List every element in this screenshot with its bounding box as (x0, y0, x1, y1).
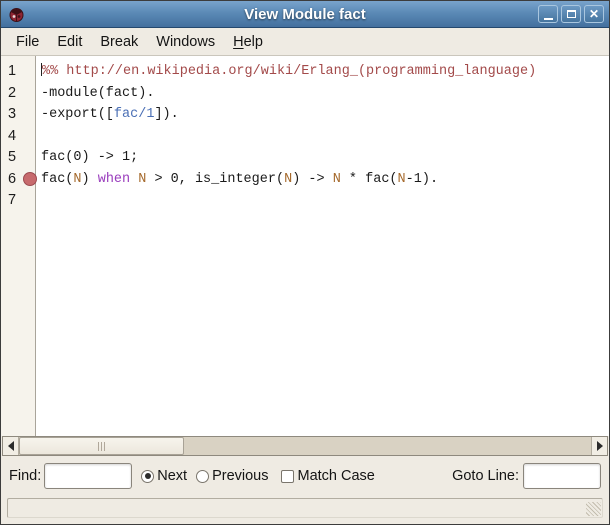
code-editor[interactable]: 1%% http://en.wikipedia.org/wiki/Erlang_… (1, 55, 609, 436)
scroll-left-button[interactable] (3, 437, 19, 455)
code-line-1[interactable]: 1%% http://en.wikipedia.org/wiki/Erlang_… (1, 61, 609, 83)
code-text: fac(0) -> 1; (41, 147, 138, 169)
match-case-checkbox[interactable] (281, 470, 294, 483)
arrow-left-icon (8, 441, 14, 451)
find-bar: Find: Next Previous Match Case Goto Line… (1, 456, 609, 496)
next-radio[interactable] (141, 470, 154, 483)
match-case-label: Match Case (298, 468, 375, 484)
menu-item-file[interactable]: File (7, 31, 48, 53)
code-line-6[interactable]: 6fac(N) when N > 0, is_integer(N) -> N *… (1, 169, 609, 191)
window-controls: ✕ (538, 5, 604, 23)
next-label: Next (157, 468, 187, 484)
line-number: 2 (1, 83, 36, 105)
goto-line-label: Goto Line: (452, 468, 519, 484)
close-icon: ✕ (589, 8, 599, 20)
menu-item-edit[interactable]: Edit (48, 31, 91, 53)
menu-item-help[interactable]: Help (224, 31, 272, 53)
code-line-7[interactable]: 7 (1, 190, 609, 212)
code-line-5[interactable]: 5fac(0) -> 1; (1, 147, 609, 169)
code-line-2[interactable]: 2-module(fact). (1, 83, 609, 105)
debugger-bug-icon (8, 6, 25, 23)
menubar: FileEditBreakWindowsHelp (1, 28, 609, 55)
find-input[interactable] (44, 463, 132, 489)
line-number: 5 (1, 147, 36, 169)
minimize-icon (544, 18, 553, 20)
scrollbar-grip-icon (98, 442, 106, 451)
code-text: -export([fac/1]). (41, 104, 179, 126)
code-lines: 1%% http://en.wikipedia.org/wiki/Erlang_… (1, 56, 609, 212)
line-number: 1 (1, 61, 36, 83)
status-bar-inset (7, 498, 603, 518)
titlebar[interactable]: View Module fact ✕ (1, 1, 609, 28)
goto-line-input[interactable] (523, 463, 601, 489)
maximize-icon (567, 10, 576, 18)
line-number: 4 (1, 126, 36, 148)
resize-grip-icon[interactable] (586, 502, 601, 516)
minimize-button[interactable] (538, 5, 558, 23)
line-number: 7 (1, 190, 36, 212)
code-text: -module(fact). (41, 83, 154, 105)
breakpoint-marker[interactable] (23, 172, 37, 186)
maximize-button[interactable] (561, 5, 581, 23)
code-line-4[interactable]: 4 (1, 126, 609, 148)
code-line-3[interactable]: 3-export([fac/1]). (1, 104, 609, 126)
horizontal-scrollbar[interactable] (2, 436, 608, 456)
scrollbar-thumb[interactable] (19, 437, 184, 455)
find-label: Find: (9, 468, 41, 484)
menu-item-break[interactable]: Break (91, 31, 147, 53)
scroll-right-button[interactable] (591, 437, 607, 455)
previous-label: Previous (212, 468, 268, 484)
code-text: fac(N) when N > 0, is_integer(N) -> N * … (41, 169, 438, 191)
line-number: 3 (1, 104, 36, 126)
arrow-right-icon (597, 441, 603, 451)
close-button[interactable]: ✕ (584, 5, 604, 23)
menu-item-windows[interactable]: Windows (147, 31, 224, 53)
code-text: %% http://en.wikipedia.org/wiki/Erlang_(… (41, 61, 536, 83)
window-title: View Module fact (1, 6, 609, 23)
status-bar (1, 496, 609, 524)
previous-radio[interactable] (196, 470, 209, 483)
view-module-window: View Module fact ✕ FileEditBreakWindowsH… (0, 0, 610, 525)
